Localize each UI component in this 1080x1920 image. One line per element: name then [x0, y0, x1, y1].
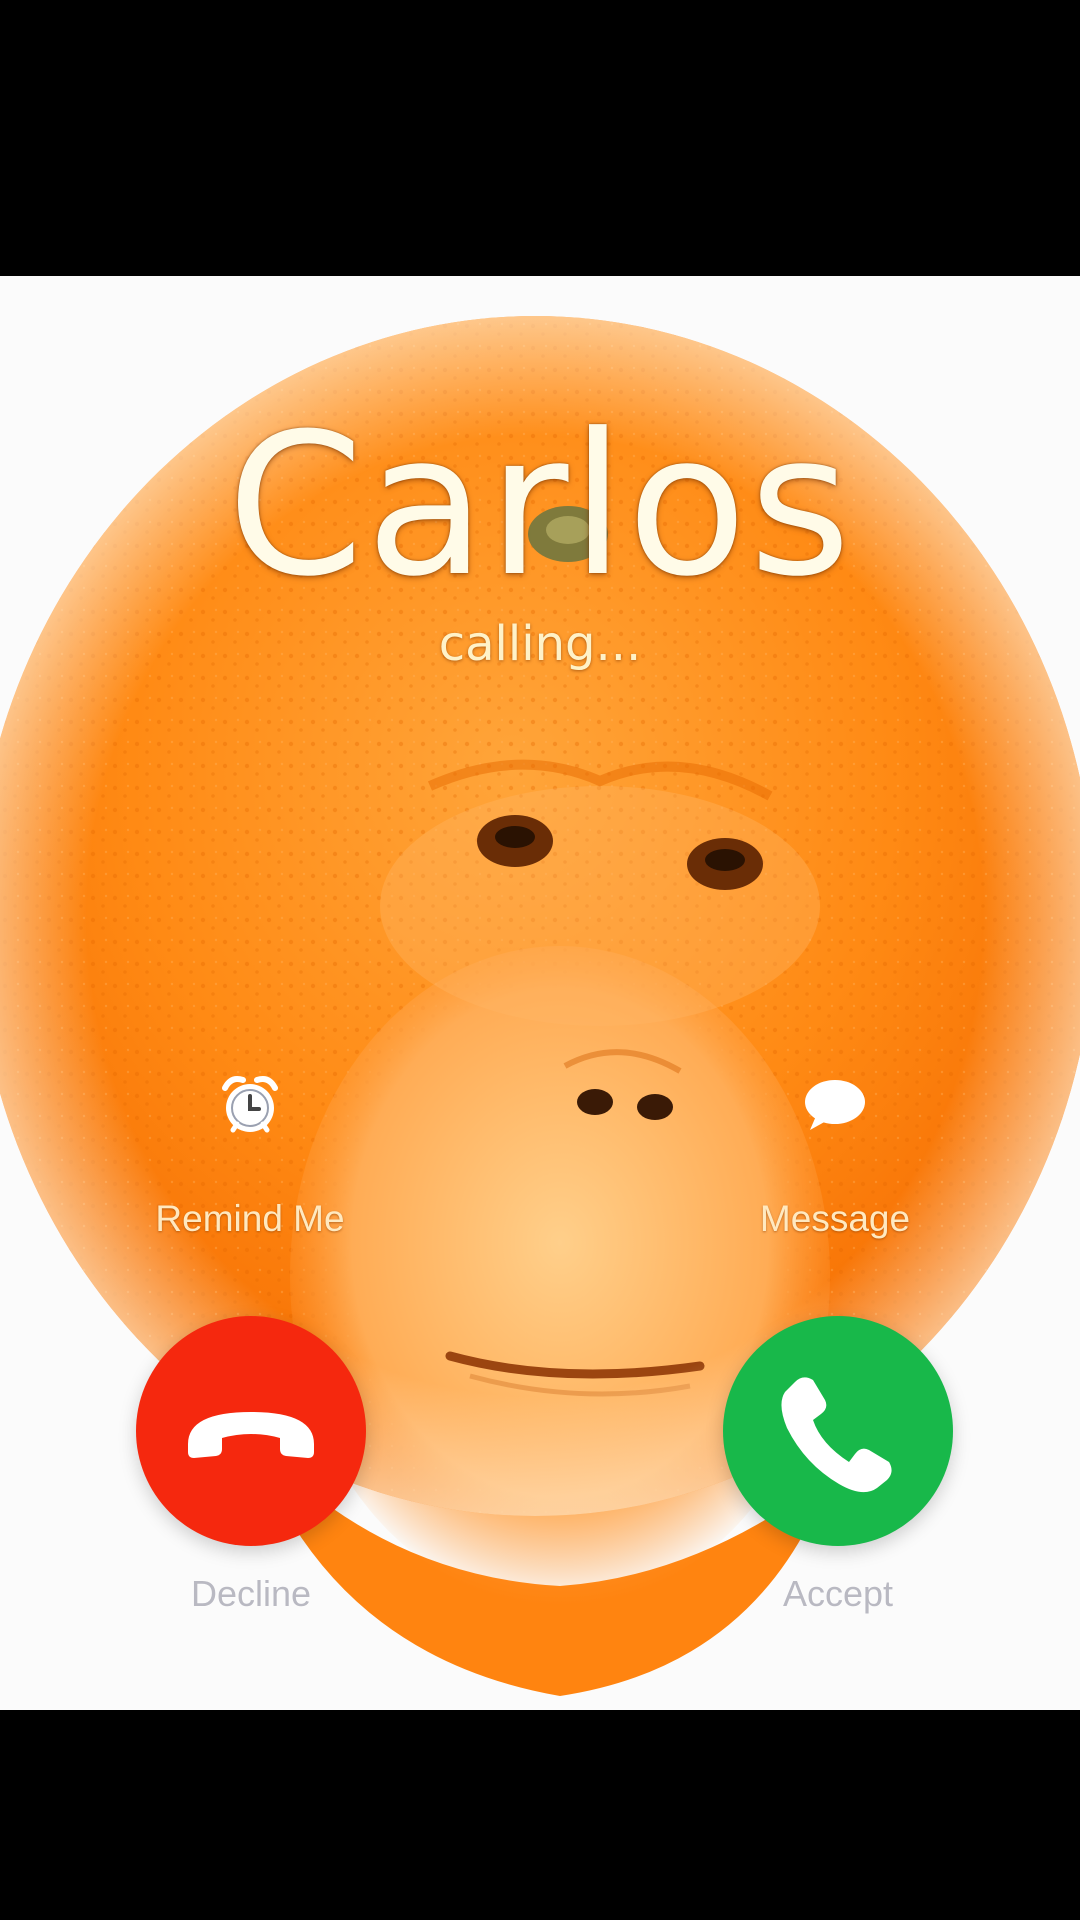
phone-icon [781, 1377, 892, 1493]
incoming-call-screen: Carlos calling... Remind Me Message Decl… [0, 0, 1080, 1920]
call-status: calling... [438, 616, 642, 672]
letterbox-top [0, 0, 1080, 276]
accept-button[interactable] [723, 1316, 953, 1546]
speech-bubble-icon [805, 1080, 865, 1130]
letterbox-bottom [0, 1710, 1080, 1920]
remind-me-button[interactable]: Remind Me [100, 1070, 400, 1240]
hang-up-phone-icon [188, 1412, 314, 1458]
call-frame: Carlos calling... Remind Me Message Decl… [0, 276, 1080, 1710]
accept-label: Accept [782, 1573, 894, 1614]
caller-name: Carlos [226, 392, 854, 620]
message-button[interactable]: Message [685, 1070, 985, 1240]
message-label: Message [759, 1198, 911, 1239]
decline-button[interactable] [136, 1316, 366, 1546]
alarm-clock-icon [222, 1076, 278, 1133]
decline-label: Decline [190, 1573, 312, 1614]
remind-me-label: Remind Me [155, 1198, 345, 1239]
